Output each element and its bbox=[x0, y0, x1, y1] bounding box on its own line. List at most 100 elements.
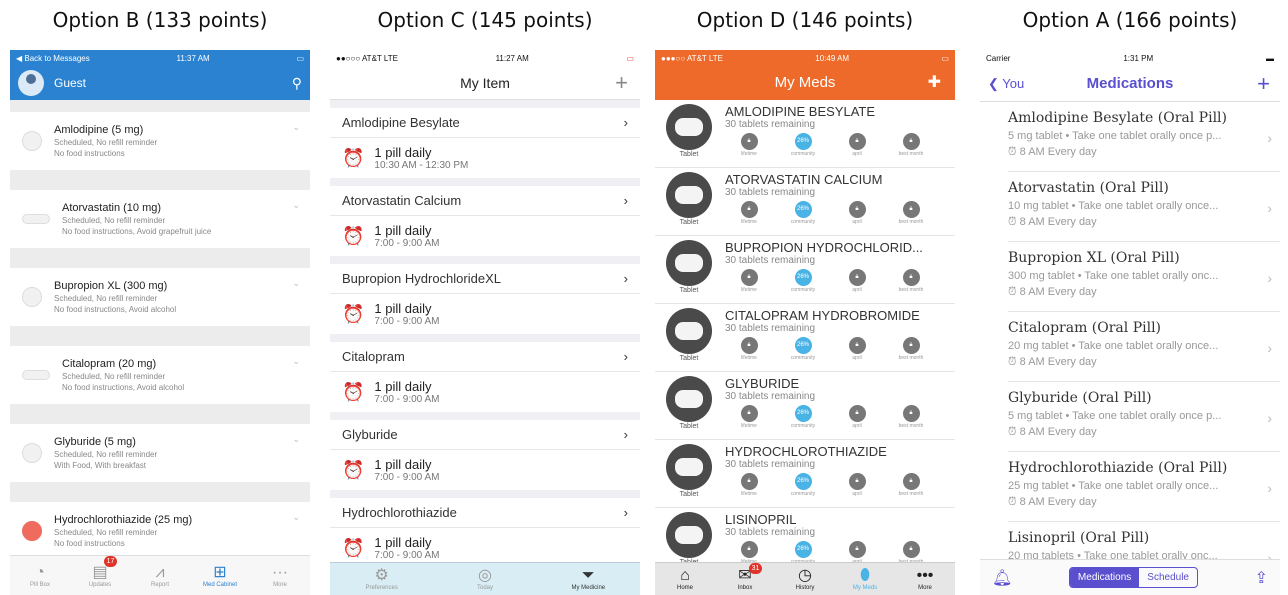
option-a-title: Option A (166 points) bbox=[1022, 8, 1238, 32]
med-schedule: Scheduled, No refill reminder bbox=[62, 216, 166, 225]
stat-label: community bbox=[790, 151, 816, 157]
header: My Meds ✚ bbox=[655, 66, 955, 100]
med-detail: 25 mg tablet • Take one tablet orally on… bbox=[1008, 480, 1219, 492]
battery-icon: ▭ bbox=[941, 53, 949, 63]
tab-my-medicine[interactable]: ⏷ My Medicine bbox=[537, 563, 640, 595]
chevron-down-icon[interactable]: ⌄ bbox=[292, 434, 300, 445]
stat: 🔒︎lifetime bbox=[725, 133, 773, 157]
tab-my-meds[interactable]: ⬮ My Meds bbox=[835, 563, 895, 595]
med-detail: 10 mg tablet • Take one tablet orally on… bbox=[1008, 200, 1219, 212]
list-item[interactable]: Hydrochlorothiazide › ⏰ 1 pill daily 7:00 - … bbox=[330, 498, 640, 568]
pill-add-icon[interactable]: ⚲ bbox=[292, 75, 302, 92]
add-button[interactable]: + bbox=[615, 66, 628, 100]
lock-icon: 🔒︎ bbox=[848, 405, 866, 422]
list-item[interactable]: Citalopram › ⏰ 1 pill daily 7:00 - 9:00 AM bbox=[330, 342, 640, 412]
list-item[interactable]: Glyburide (Oral Pill) 5 mg tablet • Take … bbox=[1008, 382, 1280, 452]
chevron-down-icon[interactable]: ⌄ bbox=[292, 356, 300, 367]
user-name: Guest bbox=[54, 76, 87, 90]
dose: 1 pill daily bbox=[374, 223, 432, 238]
list-item[interactable]: Tablet BUPROPION HYDROCHLORID... 30 tablet… bbox=[655, 236, 955, 304]
list-item[interactable]: Hydrochlorothiazide (Oral Pill) 25 mg tab… bbox=[1008, 452, 1280, 522]
med-name: Atorvastatin (Oral Pill) bbox=[1008, 180, 1169, 196]
back-to-messages-link[interactable]: ◀ Back to Messages bbox=[16, 54, 90, 63]
add-med-icon[interactable]: ✚ bbox=[928, 66, 941, 100]
option-d-title: Option D (146 points) bbox=[696, 8, 914, 32]
list-item[interactable]: Amlodipine Besylate (Oral Pill) 5 mg tabl… bbox=[1008, 102, 1280, 172]
tab-preferences[interactable]: ⚙ Preferences bbox=[330, 563, 433, 595]
tablet-icon bbox=[666, 308, 712, 354]
tab-today[interactable]: ◎ Today bbox=[433, 563, 536, 595]
chevron-down-icon[interactable]: ⌄ bbox=[292, 122, 300, 133]
bell-icon[interactable]: 🔔︎ bbox=[992, 568, 1012, 588]
chevron-right-icon: › bbox=[1267, 480, 1272, 496]
segment-schedule[interactable]: Schedule bbox=[1139, 568, 1197, 587]
tab-bar: ⚙ Preferences ◎ Today ⏷ My Medicine bbox=[330, 562, 640, 595]
tablet-label: Tablet bbox=[679, 355, 699, 362]
header: Guest ⚲ bbox=[10, 66, 310, 100]
lock-icon: 🔒︎ bbox=[902, 133, 920, 150]
list-item[interactable]: Tablet ATORVASTATIN CALCIUM 30 tablets rem… bbox=[655, 168, 955, 236]
status-time: 11:27 AM bbox=[495, 53, 529, 63]
back-button[interactable]: ❮ You bbox=[988, 66, 1024, 102]
med-name: Atorvastatin Calcium bbox=[342, 193, 462, 208]
add-button[interactable]: + bbox=[1257, 66, 1270, 102]
stat-label: community bbox=[790, 287, 816, 293]
tab-label: More bbox=[273, 581, 287, 588]
tab-inbox[interactable]: ✉ 31 Inbox bbox=[715, 563, 775, 595]
list-item[interactable]: Tablet CITALOPRAM HYDROBROMIDE 30 tablets … bbox=[655, 304, 955, 372]
stat-label: april bbox=[852, 355, 862, 361]
list-item[interactable]: Atorvastatin Calcium › ⏰ 1 pill daily 7:00 -… bbox=[330, 186, 640, 256]
carrier: ●●●○○ AT&T LTE bbox=[661, 53, 723, 63]
schedule: ⏰︎ 8 AM Every day bbox=[1008, 216, 1280, 229]
list-item[interactable]: Atorvastatin (10 mg) Scheduled, No refill… bbox=[10, 190, 310, 248]
tab-more[interactable]: ••• More bbox=[895, 563, 955, 595]
capsule-icon: ⬮ bbox=[859, 567, 871, 584]
remaining-count: 30 tablets remaining bbox=[725, 323, 816, 334]
community-stat-icon: 26% bbox=[794, 133, 812, 150]
alarm-clock-icon: ⏰︎ bbox=[1008, 146, 1020, 158]
tab-more[interactable]: ··· More bbox=[250, 556, 310, 595]
list-item[interactable]: Bupropion XL (Oral Pill) 300 mg tablet • … bbox=[1008, 242, 1280, 312]
schedule-text: 8 AM Every day bbox=[1019, 426, 1097, 438]
chevron-down-icon[interactable]: ⌄ bbox=[292, 512, 300, 523]
list-item[interactable]: Citalopram (20 mg) Scheduled, No refill r… bbox=[10, 346, 310, 404]
list-item[interactable]: Atorvastatin (Oral Pill) 10 mg tablet • T… bbox=[1008, 172, 1280, 242]
chevron-down-icon[interactable]: ⌄ bbox=[292, 278, 300, 289]
list-item[interactable]: Tablet HYDROCHLOROTHIAZIDE 30 tablets rema… bbox=[655, 440, 955, 508]
list-item[interactable]: Glyburide › ⏰ 1 pill daily 7:00 - 9:00 AM bbox=[330, 420, 640, 490]
tab-home[interactable]: ⌂ Home bbox=[655, 563, 715, 595]
option-a-screen: Carrier 1:31 PM ▬ ❮ You Medications + Am… bbox=[980, 50, 1280, 595]
list-item[interactable]: Hydrochlorothiazide (25 mg) Scheduled, No… bbox=[10, 502, 310, 560]
stat: 26%community bbox=[779, 269, 827, 293]
tab-label: Preferences bbox=[365, 585, 398, 591]
share-icon[interactable]: ⇪ bbox=[1255, 568, 1268, 588]
med-schedule: Scheduled, No refill reminder bbox=[54, 450, 158, 459]
list-item[interactable]: Citalopram (Oral Pill) 20 mg tablet • Tak… bbox=[1008, 312, 1280, 382]
med-name: Bupropion XL (300 mg) bbox=[54, 280, 168, 292]
stat-label: april bbox=[852, 491, 862, 497]
list-item[interactable]: Amlodipine (5 mg) Scheduled, No refill re… bbox=[10, 112, 310, 170]
stat-label: best month bbox=[898, 491, 924, 497]
pill-box-icon: ◔ bbox=[35, 563, 45, 581]
tab-med-cabinet[interactable]: ⊞ Med Cabinet bbox=[190, 556, 250, 595]
list-item[interactable]: Glyburide (5 mg) Scheduled, No refill rem… bbox=[10, 424, 310, 482]
tab-history[interactable]: ◷ History bbox=[775, 563, 835, 595]
list-item[interactable]: Bupropion XL (300 mg) Scheduled, No refil… bbox=[10, 268, 310, 326]
home-icon: ⌂ bbox=[680, 567, 690, 584]
chevron-right-icon: › bbox=[623, 505, 628, 520]
stat: 🔒︎april bbox=[833, 473, 881, 497]
med-schedule: Scheduled, No refill reminder bbox=[62, 372, 166, 381]
tab-pill-box[interactable]: ◔ Pill Box bbox=[10, 556, 70, 595]
list-item[interactable]: Tablet AMLODIPINE BESYLATE 30 tablets rema… bbox=[655, 100, 955, 168]
list-item[interactable]: Bupropion HydrochlorideXL › ⏰ 1 pill daily 7… bbox=[330, 264, 640, 334]
tab-updates[interactable]: ▤ 17 Updates bbox=[70, 556, 130, 595]
header: My Item + bbox=[330, 66, 640, 100]
med-name: Glyburide (Oral Pill) bbox=[1008, 390, 1152, 406]
tablet-label: Tablet bbox=[679, 219, 699, 226]
chevron-down-icon[interactable]: ⌄ bbox=[292, 200, 300, 211]
avatar[interactable] bbox=[18, 70, 44, 96]
segment-medications[interactable]: Medications bbox=[1069, 568, 1140, 587]
list-item[interactable]: Amlodipine Besylate › ⏰ 1 pill daily 10:30 A… bbox=[330, 108, 640, 178]
tab-report[interactable]: ⩘ Report bbox=[130, 556, 190, 595]
list-item[interactable]: Tablet GLYBURIDE 30 tablets remaining 🔒︎ lif… bbox=[655, 372, 955, 440]
